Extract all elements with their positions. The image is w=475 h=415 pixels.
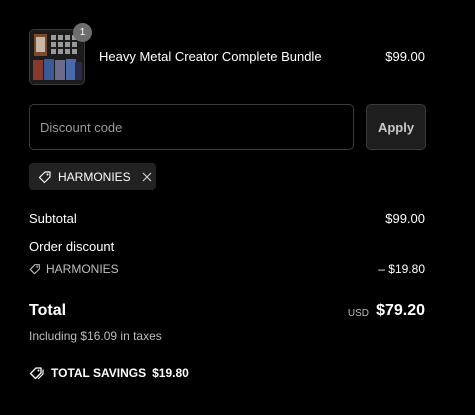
currency-code: USD [347,308,369,319]
total-label: Total [29,302,67,319]
tag-icon [38,170,52,184]
total-savings: TOTAL SAVINGS $19.80 [29,366,189,380]
total-value: $79.20 [376,302,425,319]
discount-code-input[interactable] [29,104,354,150]
applied-discount-tag: HARMONIES [29,163,156,190]
order-discount-code: HARMONIES [46,262,119,276]
order-discount-value: – $19.80 [378,262,425,276]
total-savings-value: $19.80 [152,366,189,380]
subtotal-value: $99.00 [385,211,425,226]
tag-icon [29,263,41,275]
order-discount-label: Order discount [29,239,115,254]
product-price: $99.00 [385,49,425,64]
total-savings-label: TOTAL SAVINGS [51,366,147,380]
applied-discount-code: HARMONIES [58,169,131,184]
subtotal-label: Subtotal [29,211,77,226]
order-discount-code-row: HARMONIES [29,262,119,276]
close-icon [142,172,152,181]
apply-button[interactable]: Apply [366,104,426,150]
remove-discount-button[interactable] [141,171,153,183]
savings-tag-icon [29,366,45,380]
product-name: Heavy Metal Creator Complete Bundle [99,49,322,64]
quantity-badge: 1 [73,23,92,42]
taxes-note: Including $16.09 in taxes [29,329,162,343]
